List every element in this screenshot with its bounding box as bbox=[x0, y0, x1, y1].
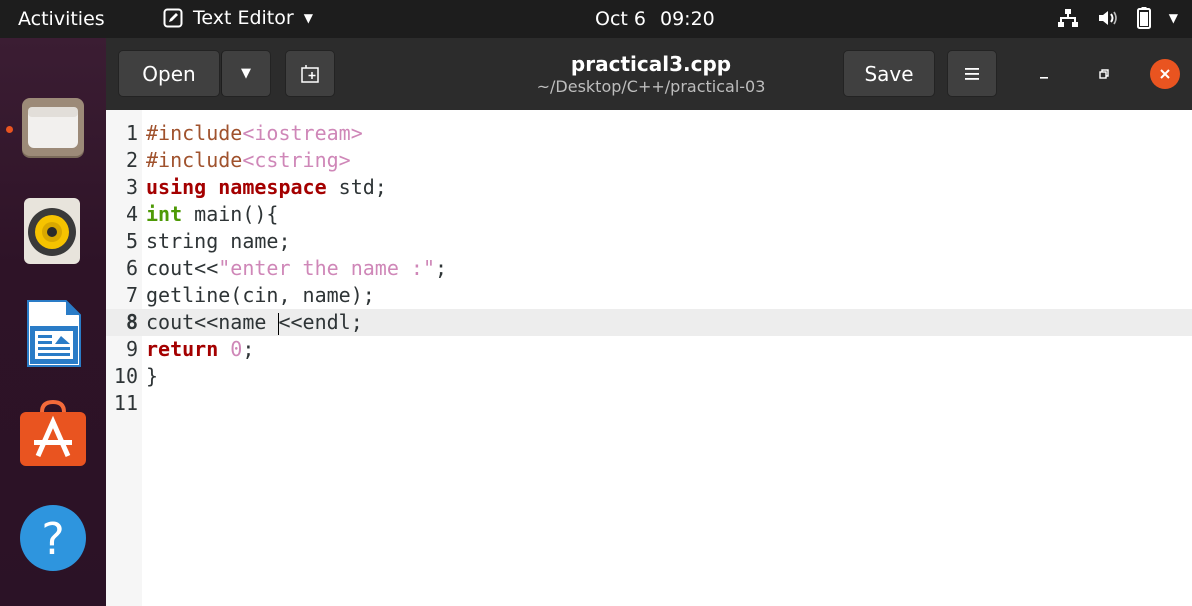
close-button[interactable] bbox=[1150, 59, 1180, 89]
system-menu-caret-icon[interactable]: ▼ bbox=[1169, 7, 1178, 29]
line-code: string name; bbox=[146, 228, 291, 255]
code-token: <cstring> bbox=[242, 148, 351, 172]
code-token: <<endl; bbox=[278, 310, 363, 334]
new-tab-icon bbox=[301, 64, 319, 83]
line-number: 6 bbox=[125, 256, 138, 280]
line-code: } bbox=[146, 363, 158, 390]
editor-view[interactable]: 1 #include<iostream> 2 #include<cstring> 3 us… bbox=[106, 110, 1192, 606]
line-number: 9 bbox=[125, 337, 138, 361]
code-line[interactable]: 10} bbox=[106, 363, 1192, 390]
chevron-down-icon: ▼ bbox=[303, 11, 313, 25]
code-token: main(){ bbox=[182, 202, 279, 226]
chevron-down-icon: ▼ bbox=[241, 66, 251, 81]
ubuntu-software-icon[interactable] bbox=[18, 399, 88, 470]
code-line[interactable]: 3 using namespace std; bbox=[106, 174, 1192, 201]
close-icon bbox=[1160, 69, 1170, 79]
network-icon[interactable] bbox=[1057, 7, 1079, 29]
header-bar: Open ▼ practical3.cpp ~/Desktop/C++/prac… bbox=[106, 38, 1192, 110]
code-token: std; bbox=[326, 175, 387, 199]
code-token: getline(cin, name); bbox=[146, 283, 375, 307]
code-token: namespace bbox=[218, 175, 327, 199]
line-code: return 0; bbox=[146, 336, 254, 363]
hamburger-menu-button[interactable] bbox=[947, 50, 997, 97]
clock-date: Oct 6 bbox=[595, 8, 646, 30]
minimize-icon bbox=[1040, 77, 1048, 79]
line-number: 4 bbox=[125, 202, 138, 226]
line-code: #include<iostream> bbox=[146, 120, 363, 147]
code-token: cout<<name bbox=[146, 310, 279, 334]
code-line[interactable]: 2 #include<cstring> bbox=[106, 147, 1192, 174]
top-bar: Activities Text Editor ▼ Oct 6 09:20 ▼ bbox=[0, 0, 1192, 38]
line-number: 10 bbox=[113, 364, 138, 388]
maximize-button[interactable] bbox=[1090, 60, 1118, 88]
code-line[interactable]: 8 cout<<name <<endl; bbox=[106, 309, 1192, 336]
line-code: #include<cstring> bbox=[146, 147, 351, 174]
code-line[interactable]: 6 cout<<"enter the name :"; bbox=[106, 255, 1192, 282]
document-path: ~/Desktop/C++/practical-03 bbox=[536, 77, 766, 96]
help-icon[interactable]: ? bbox=[18, 502, 88, 572]
files-icon[interactable] bbox=[18, 94, 88, 164]
activities-button[interactable]: Activities bbox=[18, 8, 105, 30]
code-line[interactable]: 7 getline(cin, name); bbox=[106, 282, 1192, 309]
volume-icon[interactable] bbox=[1097, 7, 1119, 29]
hamburger-icon bbox=[965, 67, 979, 80]
clock-time: 09:20 bbox=[659, 8, 715, 30]
code-token: #include bbox=[146, 121, 243, 145]
line-number: 5 bbox=[125, 229, 138, 253]
code-token: return bbox=[146, 337, 219, 361]
line-code: int main(){ bbox=[146, 201, 278, 228]
code-area[interactable]: 1 #include<iostream> 2 #include<cstring> 3 us… bbox=[106, 120, 1192, 417]
app-menu[interactable]: Text Editor ▼ bbox=[163, 7, 313, 29]
code-token: <iostream> bbox=[242, 121, 363, 145]
window-title: practical3.cpp ~/Desktop/C++/practical-0… bbox=[486, 52, 816, 98]
line-number: 8 bbox=[125, 310, 138, 334]
code-line[interactable]: 11 bbox=[106, 390, 1192, 417]
line-number: 2 bbox=[125, 148, 138, 172]
line-number: 7 bbox=[125, 283, 138, 307]
code-token: int bbox=[146, 202, 183, 226]
system-tray[interactable]: ▼ bbox=[1039, 7, 1178, 29]
line-code: cout<<"enter the name :"; bbox=[146, 255, 447, 282]
code-line[interactable]: 5 string name; bbox=[106, 228, 1192, 255]
code-token: string name; bbox=[146, 229, 291, 253]
code-line[interactable]: 4 int main(){ bbox=[106, 201, 1192, 228]
code-token: cout<< bbox=[146, 256, 219, 280]
line-number: 1 bbox=[125, 121, 138, 145]
running-indicator bbox=[6, 126, 13, 133]
clock[interactable]: Oct 6 09:20 bbox=[595, 8, 715, 30]
libreoffice-writer-icon[interactable] bbox=[18, 298, 88, 368]
line-code: getline(cin, name); bbox=[146, 282, 375, 309]
code-token: "enter the name :" bbox=[218, 256, 435, 280]
line-code: cout<<name <<endl; bbox=[146, 309, 363, 336]
rhythmbox-icon[interactable] bbox=[18, 196, 88, 266]
document-title: practical3.cpp bbox=[570, 52, 732, 76]
open-recent-menu-button[interactable]: ▼ bbox=[221, 50, 271, 97]
restore-icon bbox=[1099, 69, 1109, 79]
code-token: 0 bbox=[230, 337, 243, 361]
text-editor-icon bbox=[163, 8, 183, 28]
code-line[interactable]: 9 return 0; bbox=[106, 336, 1192, 363]
code-token: ; bbox=[242, 337, 255, 361]
svg-text:?: ? bbox=[41, 514, 64, 565]
minimize-button[interactable] bbox=[1030, 60, 1058, 88]
code-token: #include bbox=[146, 148, 243, 172]
new-tab-button[interactable] bbox=[285, 50, 335, 97]
save-button[interactable]: Save bbox=[843, 50, 935, 97]
dock: ? bbox=[0, 38, 106, 606]
code-line[interactable]: 1 #include<iostream> bbox=[106, 120, 1192, 147]
line-code: using namespace std; bbox=[146, 174, 387, 201]
app-menu-label: Text Editor bbox=[193, 7, 294, 29]
line-number: 11 bbox=[113, 391, 138, 415]
code-token: using bbox=[146, 175, 207, 199]
code-token: } bbox=[146, 364, 159, 388]
open-button[interactable]: Open bbox=[118, 50, 220, 97]
battery-icon[interactable] bbox=[1136, 7, 1151, 29]
code-token: ; bbox=[435, 256, 448, 280]
line-number: 3 bbox=[125, 175, 138, 199]
